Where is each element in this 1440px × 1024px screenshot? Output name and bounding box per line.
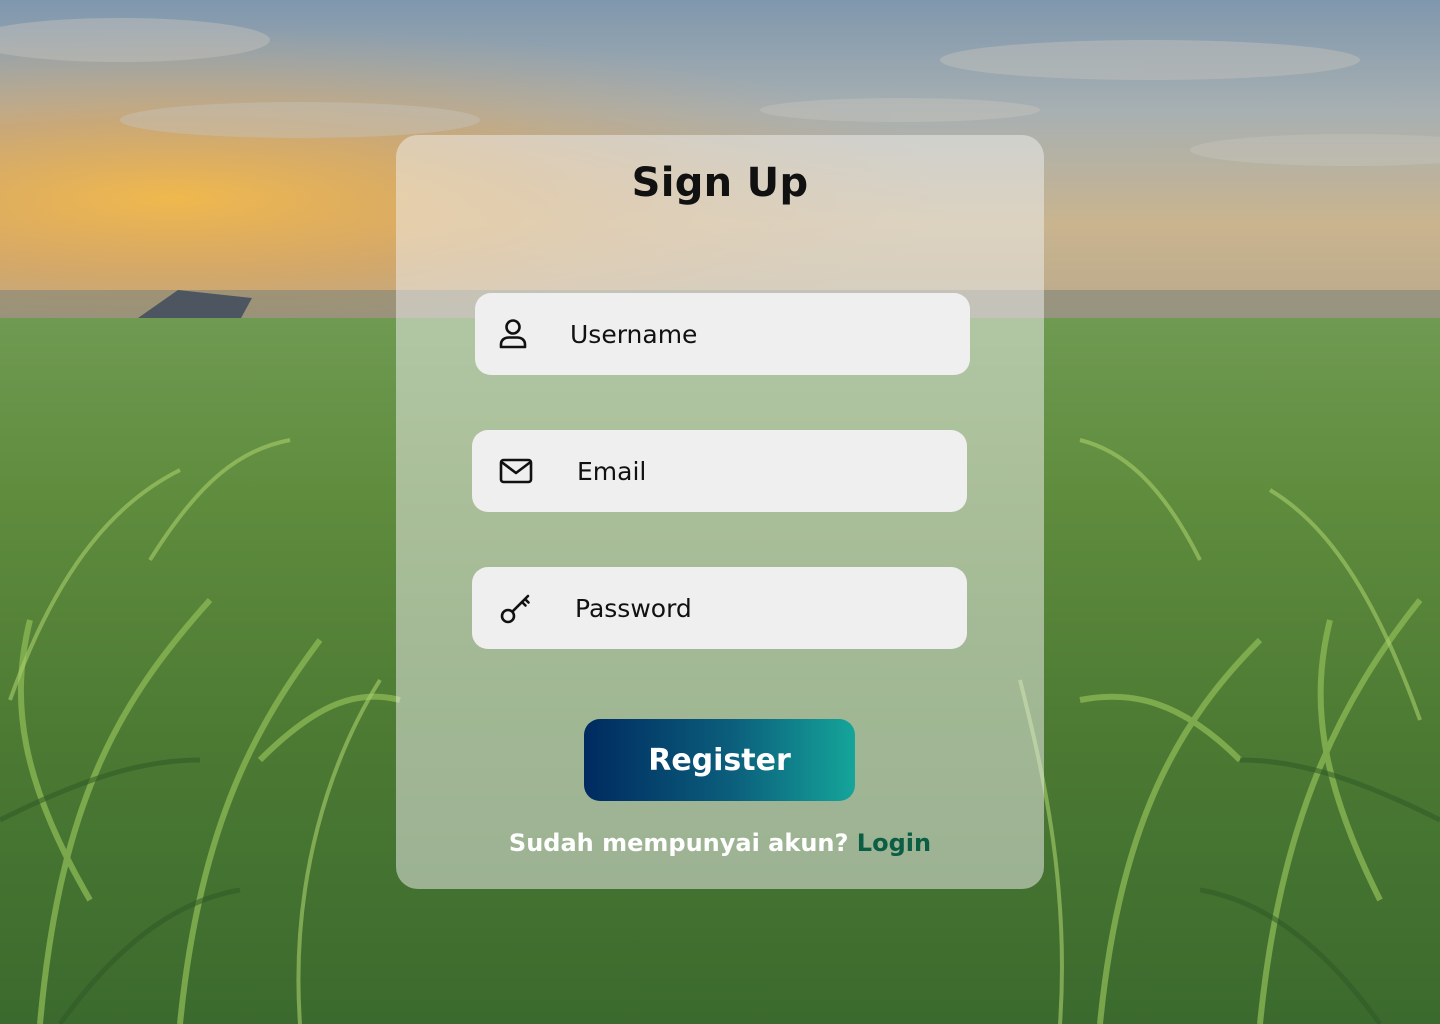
username-field[interactable] (475, 293, 970, 375)
key-icon (498, 590, 534, 626)
page-title: Sign Up (631, 160, 809, 206)
password-input[interactable] (575, 567, 945, 649)
email-field[interactable] (472, 430, 967, 512)
password-field[interactable] (472, 567, 967, 649)
login-link[interactable]: Login (857, 829, 931, 857)
login-prompt: Sudah mempunyai akun? Login (396, 829, 1044, 857)
mail-icon (498, 453, 534, 489)
username-input[interactable] (570, 293, 950, 375)
user-icon (495, 316, 531, 352)
login-question: Sudah mempunyai akun? (508, 829, 849, 857)
email-input[interactable] (577, 430, 947, 512)
register-button[interactable]: Register (584, 719, 855, 801)
